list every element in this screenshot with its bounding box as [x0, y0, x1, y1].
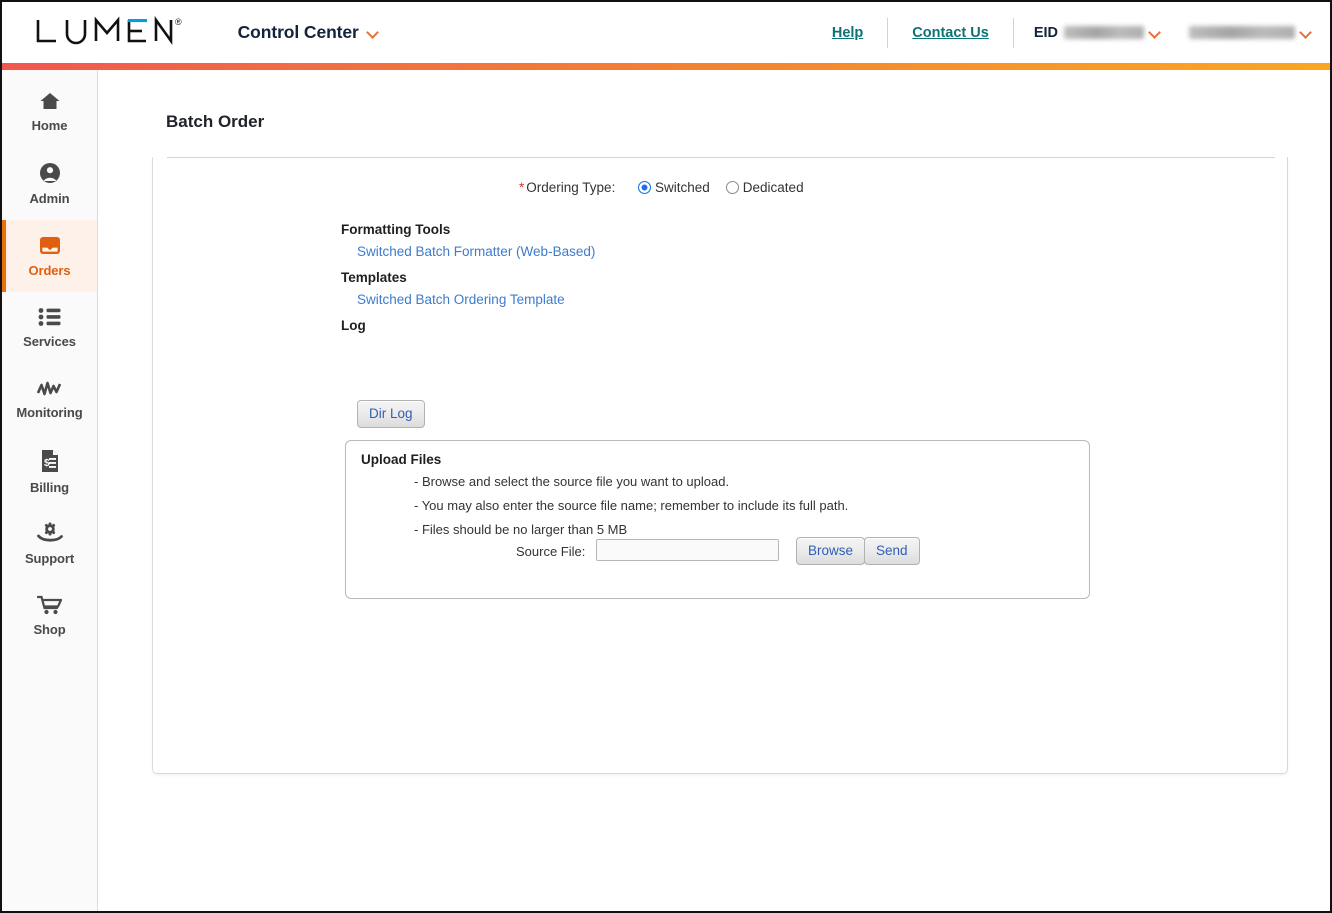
shopping-cart-icon — [36, 595, 63, 615]
sidebar-nav: Home Admin Orders Services Monitoring $ … — [2, 70, 98, 911]
upload-instruction-1: - Browse and select the source file you … — [414, 474, 730, 489]
header-divider-1 — [887, 17, 889, 48]
registered-mark: ® — [175, 16, 182, 27]
browser-window: ® Control Center Help Contact Us EID Hom… — [0, 0, 1332, 913]
sidebar-item-label: Admin — [29, 191, 70, 206]
app-name: Control Center — [237, 22, 359, 42]
batch-order-card: * Ordering Type: Switched Dedicated Forma… — [152, 157, 1288, 774]
sidebar-item-label: Home — [31, 118, 68, 133]
radio-option-dedicated[interactable]: Dedicated — [725, 179, 804, 195]
templates-group: Templates Switched Batch Ordering Templa… — [341, 270, 565, 309]
account-value-redacted — [1189, 26, 1295, 39]
chevron-down-icon — [1150, 27, 1161, 38]
upload-instruction-2: - You may also enter the source file nam… — [414, 498, 849, 513]
radio-label-dedicated: Dedicated — [742, 179, 804, 195]
sidebar-item-orders[interactable]: Orders — [2, 220, 97, 292]
main-content: Batch Order * Ordering Type: Switched Ded… — [99, 70, 1330, 911]
sidebar-item-shop[interactable]: Shop — [2, 580, 97, 652]
send-button[interactable]: Send — [864, 537, 920, 565]
browse-button[interactable]: Browse — [796, 537, 866, 565]
eid-value-redacted — [1064, 26, 1144, 39]
sidebar-item-label: Services — [23, 334, 76, 349]
radio-option-switched[interactable]: Switched — [638, 180, 710, 195]
account-selector[interactable] — [1189, 26, 1312, 39]
sidebar-item-billing[interactable]: $ Billing — [2, 436, 97, 508]
switched-batch-formatter-link[interactable]: Switched Batch Formatter (Web-Based) — [357, 244, 595, 259]
sidebar-item-label: Monitoring — [16, 405, 83, 420]
app-switcher[interactable]: Control Center — [238, 22, 379, 43]
help-link[interactable]: Help — [828, 25, 867, 41]
sidebar-item-admin[interactable]: Admin — [2, 148, 97, 220]
sidebar-item-label: Orders — [28, 262, 71, 278]
sidebar-item-label: Support — [24, 551, 75, 566]
page-title: Batch Order — [166, 112, 265, 131]
radio-label-switched: Switched — [655, 179, 710, 195]
sidebar-item-label: Billing — [29, 480, 70, 495]
log-group: Log — [341, 318, 366, 333]
svg-text:$: $ — [44, 458, 50, 469]
sidebar-item-monitoring[interactable]: Monitoring — [2, 364, 97, 436]
formatting-tools-heading: Formatting Tools — [341, 222, 451, 237]
upload-instructions: - Browse and select the source file you … — [414, 474, 848, 546]
log-heading: Log — [341, 318, 366, 333]
chevron-down-icon — [1301, 27, 1312, 38]
eid-selector[interactable]: EID — [1034, 25, 1161, 41]
required-marker: * — [519, 179, 525, 195]
brand-accent-bar — [2, 63, 1330, 70]
sidebar-item-label: Shop — [33, 622, 66, 637]
ordering-type-radio-group: Switched Dedicated — [638, 180, 804, 195]
home-icon — [39, 91, 61, 111]
templates-heading: Templates — [341, 270, 407, 285]
contact-us-link[interactable]: Contact Us — [908, 25, 993, 41]
sidebar-item-services[interactable]: Services — [2, 292, 97, 364]
formatting-tools-group: Formatting Tools Switched Batch Formatte… — [341, 222, 595, 261]
list-icon — [38, 307, 62, 327]
upload-instruction-3: - Files should be no larger than 5 MB — [414, 522, 628, 537]
invoice-dollar-icon: $ — [40, 449, 60, 473]
radio-dot-dedicated[interactable] — [725, 180, 739, 194]
source-file-input[interactable] — [596, 539, 779, 561]
upload-files-title: Upload Files — [361, 452, 442, 467]
upload-files-panel: Upload Files - Browse and select the sou… — [345, 440, 1090, 599]
sidebar-item-support[interactable]: Support — [2, 508, 97, 580]
activity-chart-icon — [36, 380, 63, 398]
gear-in-hand-icon — [36, 522, 63, 544]
dir-log-button[interactable]: Dir Log — [357, 400, 425, 428]
eid-label: EID — [1033, 24, 1058, 41]
header-divider-2 — [1012, 17, 1014, 48]
lumen-logo[interactable]: ® — [34, 15, 182, 50]
card-top-divider — [167, 157, 1275, 158]
ordering-type-label-text: Ordering Type: — [526, 179, 616, 195]
top-header: ® Control Center Help Contact Us EID — [2, 2, 1330, 63]
user-circle-icon — [39, 162, 61, 184]
inbox-tray-icon — [38, 235, 62, 256]
switched-batch-ordering-template-link[interactable]: Switched Batch Ordering Template — [357, 292, 565, 307]
ordering-type-label: * Ordering Type: — [519, 180, 615, 195]
sidebar-item-home[interactable]: Home — [2, 76, 97, 148]
header-right-group: Help Contact Us EID — [828, 2, 1330, 63]
chevron-down-icon — [368, 27, 379, 38]
radio-dot-switched[interactable] — [638, 180, 651, 194]
source-file-label: Source File: — [516, 544, 586, 559]
